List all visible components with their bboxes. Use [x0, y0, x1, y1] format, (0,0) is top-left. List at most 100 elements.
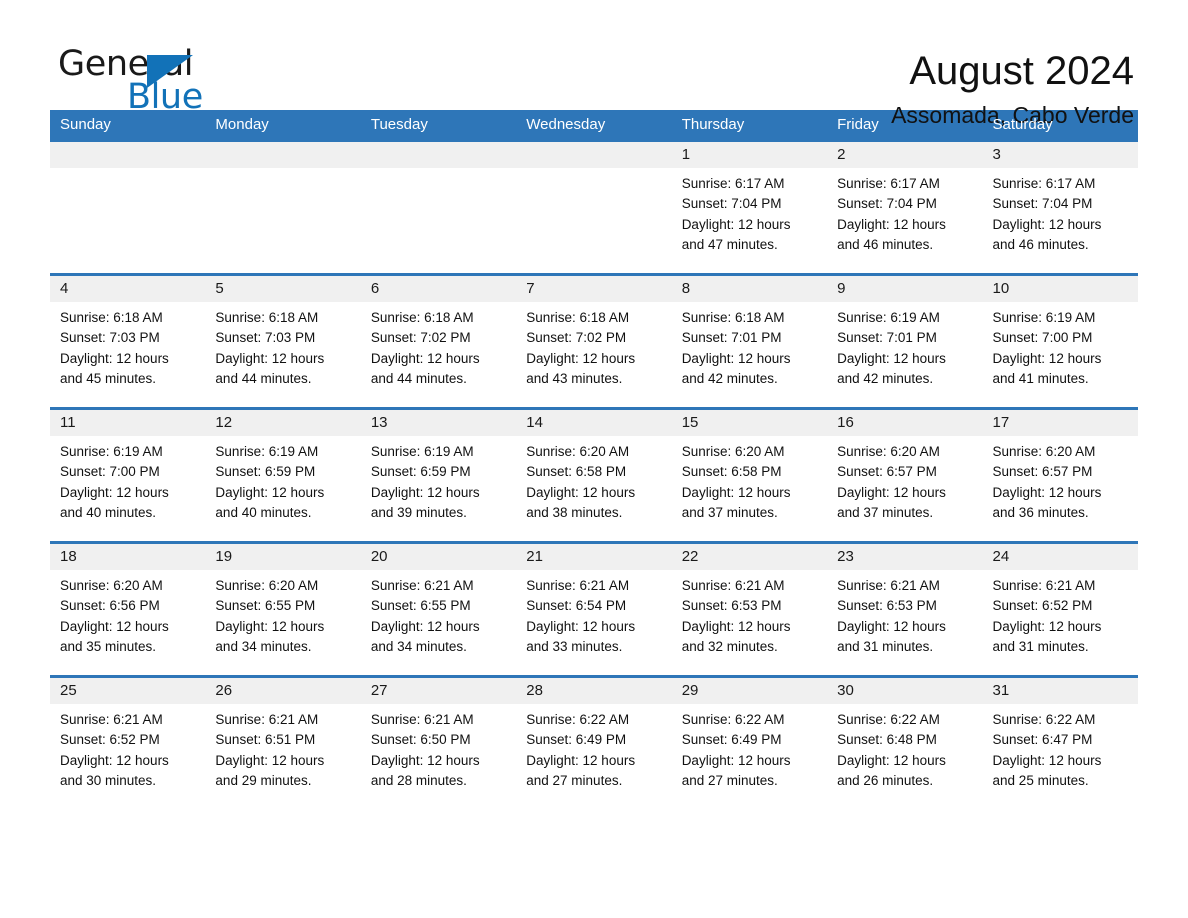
day-cell-17[interactable]: 17 Sunrise: 6:20 AM Sunset: 6:57 PM Dayligh…	[982, 410, 1138, 541]
day-number: 4	[60, 280, 69, 297]
day-detail-line: Sunrise: 6:22 AM	[681, 712, 785, 727]
day-cell-15[interactable]: 15 Sunrise: 6:20 AM Sunset: 6:58 PM Dayligh…	[671, 410, 828, 541]
day-cell-1[interactable]: 1 Sunrise: 6:17 AM Sunset: 7:04 PM Daylight…	[671, 142, 828, 273]
day-cell-14[interactable]: 14 Sunrise: 6:20 AM Sunset: 6:58 PM Dayligh…	[516, 410, 672, 541]
day-number: 7	[526, 280, 535, 297]
day-number: 18	[60, 548, 77, 565]
day-cell-27[interactable]: 27 Sunrise: 6:21 AM Sunset: 6:50 PM Dayligh…	[360, 678, 517, 809]
day-details: Sunrise: 6:19 AM Sunset: 7:00 PM Daylight:…	[983, 302, 1138, 407]
day-number: 16	[837, 414, 854, 431]
day-detail-line: Sunset: 7:00 PM	[992, 330, 1093, 346]
day-cell-3[interactable]: 3 Sunrise: 6:17 AM Sunset: 7:04 PM Daylight…	[982, 142, 1138, 273]
day-detail-line: Sunrise: 6:21 AM	[526, 578, 630, 593]
day-cell-29[interactable]: 29 Sunrise: 6:22 AM Sunset: 6:49 PM Dayligh…	[671, 678, 828, 809]
day-cell-2[interactable]: 2 Sunrise: 6:17 AM Sunset: 7:04 PM Daylight…	[827, 142, 983, 273]
day-detail-line: Daylight: 12 hours	[60, 618, 169, 634]
day-cell-31[interactable]: 31 Sunrise: 6:22 AM Sunset: 6:47 PM Dayligh…	[982, 678, 1138, 809]
day-detail-line: Daylight: 12 hours	[992, 484, 1102, 500]
day-detail-line: Sunrise: 6:20 AM	[837, 444, 940, 459]
day-cell-empty[interactable]	[50, 142, 206, 273]
day-cell-8[interactable]: 8 Sunrise: 6:18 AM Sunset: 7:01 PM Daylight…	[671, 276, 828, 407]
day-details: Sunrise: 6:18 AM Sunset: 7:03 PM Daylight:…	[50, 302, 205, 407]
calendar-week-row: 1 Sunrise: 6:17 AM Sunset: 7:04 PM Daylight…	[50, 139, 1138, 273]
page-title: August 2024	[909, 49, 1134, 93]
day-cell-30[interactable]: 30 Sunrise: 6:22 AM Sunset: 6:48 PM Dayligh…	[827, 678, 983, 809]
day-detail-line: Daylight: 12 hours	[60, 752, 169, 768]
day-details: Sunrise: 6:19 AM Sunset: 6:59 PM Daylight:…	[361, 436, 516, 541]
day-detail-line: and 25 minutes.	[992, 772, 1089, 788]
day-number-band: 26	[205, 678, 361, 704]
day-detail-line: Sunrise: 6:18 AM	[215, 310, 319, 325]
day-cell-25[interactable]: 25 Sunrise: 6:21 AM Sunset: 6:52 PM Dayligh…	[50, 678, 206, 809]
day-detail-line: Sunset: 6:59 PM	[370, 464, 471, 480]
day-details: Sunrise: 6:21 AM Sunset: 6:50 PM Daylight:…	[361, 704, 516, 809]
day-detail-line: Daylight: 12 hours	[60, 350, 169, 366]
day-cell-13[interactable]: 13 Sunrise: 6:19 AM Sunset: 6:59 PM Dayligh…	[360, 410, 517, 541]
weekday-header-wednesday: Wednesday	[526, 116, 606, 133]
weekday-header-saturday: Saturday	[992, 116, 1053, 133]
day-cell-4[interactable]: 4 Sunrise: 6:18 AM Sunset: 7:03 PM Daylight…	[50, 276, 206, 407]
day-detail-line: Sunrise: 6:21 AM	[837, 578, 940, 593]
general-blue-logo[interactable]: General Blue	[50, 47, 250, 121]
day-detail-line: Sunrise: 6:19 AM	[215, 444, 319, 459]
day-detail-line: Sunset: 6:48 PM	[837, 732, 937, 748]
day-number-band: 2	[827, 142, 983, 168]
day-number-band: 13	[360, 410, 517, 436]
day-cell-24[interactable]: 24 Sunrise: 6:21 AM Sunset: 6:52 PM Dayligh…	[982, 544, 1138, 675]
day-cell-empty[interactable]	[360, 142, 517, 273]
day-cell-9[interactable]: 9 Sunrise: 6:19 AM Sunset: 7:01 PM Daylight…	[827, 276, 983, 407]
day-number: 3	[992, 146, 1001, 163]
day-details	[50, 168, 205, 273]
day-detail-line: Sunset: 6:57 PM	[992, 464, 1093, 480]
day-cell-16[interactable]: 16 Sunrise: 6:20 AM Sunset: 6:57 PM Dayligh…	[827, 410, 983, 541]
day-number-band: 19	[205, 544, 361, 570]
day-cell-11[interactable]: 11 Sunrise: 6:19 AM Sunset: 7:00 PM Dayligh…	[50, 410, 206, 541]
day-detail-line: Sunset: 7:02 PM	[370, 330, 471, 346]
day-cell-empty[interactable]	[516, 142, 672, 273]
day-detail-line: and 44 minutes.	[370, 370, 467, 386]
day-details: Sunrise: 6:20 AM Sunset: 6:57 PM Daylight:…	[983, 436, 1138, 541]
day-details: Sunrise: 6:20 AM Sunset: 6:55 PM Daylight:…	[205, 570, 360, 675]
day-number-band: 18	[50, 544, 206, 570]
day-detail-line: Daylight: 12 hours	[526, 618, 636, 634]
day-detail-line: Sunrise: 6:20 AM	[526, 444, 630, 459]
day-cell-19[interactable]: 19 Sunrise: 6:20 AM Sunset: 6:55 PM Dayligh…	[205, 544, 361, 675]
day-number-band: 7	[516, 276, 672, 302]
day-detail-line: Daylight: 12 hours	[837, 350, 946, 366]
weekday-header-thursday: Thursday	[681, 116, 745, 133]
day-cell-empty[interactable]	[205, 142, 361, 273]
day-cell-18[interactable]: 18 Sunrise: 6:20 AM Sunset: 6:56 PM Dayligh…	[50, 544, 206, 675]
day-detail-line: Sunrise: 6:17 AM	[992, 176, 1096, 191]
day-detail-line: Sunset: 7:01 PM	[681, 330, 782, 346]
day-cell-22[interactable]: 22 Sunrise: 6:21 AM Sunset: 6:53 PM Dayligh…	[671, 544, 828, 675]
day-number: 20	[370, 548, 388, 565]
day-detail-line: and 40 minutes.	[60, 504, 157, 520]
day-detail-line: and 37 minutes.	[681, 504, 778, 520]
day-detail-line: Sunset: 6:50 PM	[370, 732, 471, 748]
day-details	[361, 168, 516, 273]
day-cell-23[interactable]: 23 Sunrise: 6:21 AM Sunset: 6:53 PM Dayligh…	[827, 544, 983, 675]
day-cell-12[interactable]: 12 Sunrise: 6:19 AM Sunset: 6:59 PM Dayligh…	[205, 410, 361, 541]
day-detail-line: and 26 minutes.	[837, 772, 934, 788]
day-cell-28[interactable]: 28 Sunrise: 6:22 AM Sunset: 6:49 PM Dayligh…	[516, 678, 672, 809]
day-cell-7[interactable]: 7 Sunrise: 6:18 AM Sunset: 7:02 PM Daylight…	[516, 276, 672, 407]
day-number-band: 1	[671, 142, 828, 168]
day-detail-line: and 27 minutes.	[681, 772, 778, 788]
day-details: Sunrise: 6:18 AM Sunset: 7:03 PM Daylight:…	[205, 302, 360, 407]
day-detail-line: Daylight: 12 hours	[60, 484, 169, 500]
day-detail-line: Sunset: 6:53 PM	[681, 598, 782, 614]
day-cell-21[interactable]: 21 Sunrise: 6:21 AM Sunset: 6:54 PM Dayligh…	[516, 544, 672, 675]
day-cell-20[interactable]: 20 Sunrise: 6:21 AM Sunset: 6:55 PM Dayligh…	[360, 544, 517, 675]
day-detail-line: and 35 minutes.	[60, 638, 157, 654]
day-detail-line: Daylight: 12 hours	[837, 618, 946, 634]
day-number-band: 30	[827, 678, 983, 704]
day-cell-5[interactable]: 5 Sunrise: 6:18 AM Sunset: 7:03 PM Daylight…	[205, 276, 361, 407]
day-detail-line: and 45 minutes.	[60, 370, 157, 386]
day-number-band: 5	[205, 276, 361, 302]
day-cell-26[interactable]: 26 Sunrise: 6:21 AM Sunset: 6:51 PM Dayligh…	[205, 678, 361, 809]
day-detail-line: Sunset: 6:52 PM	[60, 732, 160, 748]
day-cell-6[interactable]: 6 Sunrise: 6:18 AM Sunset: 7:02 PM Daylight…	[360, 276, 517, 407]
day-details: Sunrise: 6:20 AM Sunset: 6:58 PM Daylight:…	[516, 436, 671, 541]
day-cell-10[interactable]: 10 Sunrise: 6:19 AM Sunset: 7:00 PM Dayligh…	[982, 276, 1138, 407]
calendar-week-row: 18 Sunrise: 6:20 AM Sunset: 6:56 PM Dayligh…	[50, 541, 1138, 675]
